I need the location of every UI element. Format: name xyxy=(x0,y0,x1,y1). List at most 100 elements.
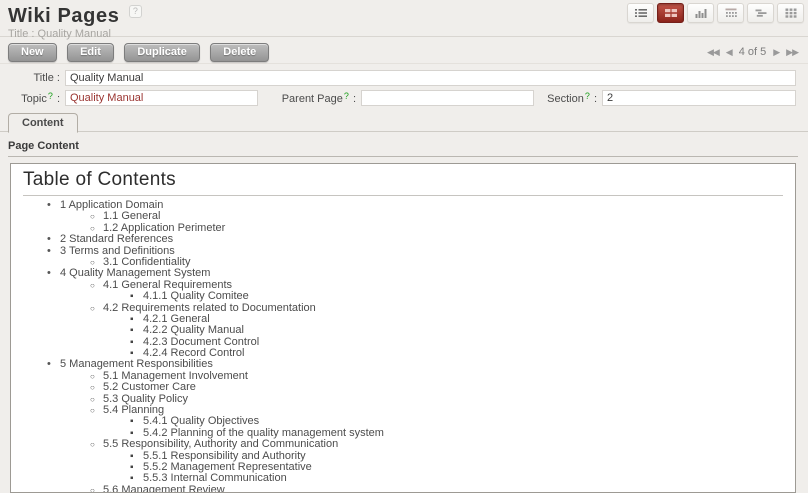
toc-item-label: 5.4.1 Quality Objectives xyxy=(143,415,259,427)
form-fields: Title : Quality Manual Topic? : Quality … xyxy=(0,64,808,106)
toc-item-label: 1.1 General xyxy=(103,210,160,222)
toolbar: New Edit Duplicate Delete ◀◀ ◀ 4 of 5 ▶ … xyxy=(0,37,808,64)
record-pager: ◀◀ ◀ 4 of 5 ▶ ▶▶ xyxy=(707,46,798,58)
toc-item-label: 5.5.2 Management Representative xyxy=(143,461,312,473)
toc-item-label: 5.2 Customer Care xyxy=(103,381,196,393)
view-switcher xyxy=(627,3,804,23)
page-title: Wiki Pages xyxy=(8,6,119,27)
bullet-icon xyxy=(90,485,103,493)
toc-item-label: 4.1.1 Quality Comitee xyxy=(143,290,249,302)
section-help-icon: ? xyxy=(584,91,591,101)
section-label: Section? : xyxy=(534,91,602,105)
toc-item: 5.6 Management Review xyxy=(90,485,783,493)
bullet-icon xyxy=(47,359,60,370)
last-record-icon[interactable]: ▶▶ xyxy=(786,47,798,58)
delete-button[interactable]: Delete xyxy=(210,43,269,62)
toc-item-label: 4 Quality Management System xyxy=(60,267,210,279)
first-record-icon[interactable]: ◀◀ xyxy=(707,47,719,58)
toc-item-label: 5.4 Planning xyxy=(103,404,164,416)
wiki-content-box: Table of Contents 1 Application Domain1.… xyxy=(10,163,796,493)
list-view-icon xyxy=(634,7,648,19)
toc-item: 1.2 Application Perimeter xyxy=(90,223,783,234)
topic-field[interactable]: Quality Manual xyxy=(65,90,258,106)
toc-item-label: 5.5.3 Internal Communication xyxy=(143,472,287,484)
title-row: Title : Quality Manual xyxy=(10,70,796,86)
bullet-icon xyxy=(130,337,143,348)
bullet-icon xyxy=(47,246,60,257)
previous-record-icon[interactable]: ◀ xyxy=(726,47,732,58)
toc-item-label: 5.4.2 Planning of the quality management… xyxy=(143,427,384,439)
toc-item-label: 5.1 Management Involvement xyxy=(103,370,248,382)
toc-item: 5.5.3 Internal Communication xyxy=(130,473,783,484)
toc-item: 5.3 Quality Policy xyxy=(90,394,783,405)
gantt-view-button[interactable] xyxy=(747,3,774,23)
section-divider xyxy=(8,156,798,157)
section-field[interactable]: 2 xyxy=(602,90,796,106)
toc-item-label: 5.3 Quality Policy xyxy=(103,393,188,405)
bullet-icon xyxy=(47,234,60,245)
page-content-heading: Page Content xyxy=(8,140,798,156)
bullet-icon xyxy=(90,280,103,291)
bullet-icon xyxy=(90,303,103,314)
edit-button[interactable]: Edit xyxy=(67,43,114,62)
next-record-icon[interactable]: ▶ xyxy=(773,47,779,58)
bullet-icon xyxy=(47,200,60,211)
page-content-section: Page Content xyxy=(0,132,808,157)
title-label: Title : xyxy=(10,72,65,84)
topic-row: Topic? : Quality Manual Parent Page? : S… xyxy=(10,90,796,106)
parent-page-label: Parent Page? : xyxy=(258,91,361,105)
toc-item-label: 4.2.1 General xyxy=(143,313,210,325)
header: Wiki Pages ? Title : Quality Manual xyxy=(0,0,808,37)
parent-page-field[interactable] xyxy=(361,90,534,106)
toc-item-label: 3 Terms and Definitions xyxy=(60,245,175,257)
bullet-icon xyxy=(130,462,143,473)
calendar-view-icon xyxy=(724,7,738,19)
bullet-icon xyxy=(90,405,103,416)
toc-item-label: 4.2.4 Record Control xyxy=(143,347,245,359)
toc-item-label: 5.5 Responsibility, Authority and Commun… xyxy=(103,438,338,450)
form-view-icon xyxy=(664,7,678,19)
gantt-view-icon xyxy=(754,7,768,19)
kanban-view-button[interactable] xyxy=(777,3,804,23)
duplicate-button[interactable]: Duplicate xyxy=(124,43,200,62)
bullet-icon xyxy=(130,416,143,427)
bullet-icon xyxy=(90,439,103,450)
toc-item: 5.2 Customer Care xyxy=(90,382,783,393)
title-field[interactable]: Quality Manual xyxy=(65,70,796,86)
toc-item-label: 5.6 Management Review xyxy=(103,484,225,493)
parent-page-help-icon: ? xyxy=(343,91,350,101)
toc-item-label: 4.2.2 Quality Manual xyxy=(143,324,244,336)
bullet-icon xyxy=(47,268,60,279)
pager-count: 4 of 5 xyxy=(739,46,767,58)
list-view-button[interactable] xyxy=(627,3,654,23)
title-help-icon: ? xyxy=(129,5,142,18)
bullet-icon xyxy=(130,451,143,462)
new-button[interactable]: New xyxy=(8,43,57,62)
toc-item-label: 3.1 Confidentiality xyxy=(103,256,190,268)
topic-help-icon: ? xyxy=(47,91,54,101)
calendar-view-button[interactable] xyxy=(717,3,744,23)
toc-item-label: 4.1 General Requirements xyxy=(103,279,232,291)
tab-content[interactable]: Content xyxy=(8,113,78,133)
bullet-icon xyxy=(90,371,103,382)
bullet-icon xyxy=(90,211,103,222)
graph-view-icon xyxy=(694,7,708,19)
form-view-button[interactable] xyxy=(657,3,684,23)
bullet-icon xyxy=(90,382,103,393)
toc-list: 1 Application Domain1.1 General1.2 Appli… xyxy=(23,200,783,493)
toc-item: 4.2.4 Record Control xyxy=(130,348,783,359)
bullet-icon xyxy=(90,394,103,405)
toc-item-label: 4.2.3 Document Control xyxy=(143,336,259,348)
bullet-icon xyxy=(130,325,143,336)
topic-label: Topic? : xyxy=(10,91,65,105)
toc-item-label: 5.5.1 Responsibility and Authority xyxy=(143,450,306,462)
toc-item-label: 1.2 Application Perimeter xyxy=(103,222,225,234)
graph-view-button[interactable] xyxy=(687,3,714,23)
toc-item-label: 1 Application Domain xyxy=(60,199,163,211)
toc-item-label: 4.2 Requirements related to Documentatio… xyxy=(103,302,316,314)
toc-item-label: 2 Standard References xyxy=(60,233,173,245)
toc-item-label: 5 Management Responsibilities xyxy=(60,358,213,370)
toc-title: Table of Contents xyxy=(23,166,783,196)
kanban-view-icon xyxy=(784,7,798,19)
tab-strip: Content xyxy=(0,111,808,132)
